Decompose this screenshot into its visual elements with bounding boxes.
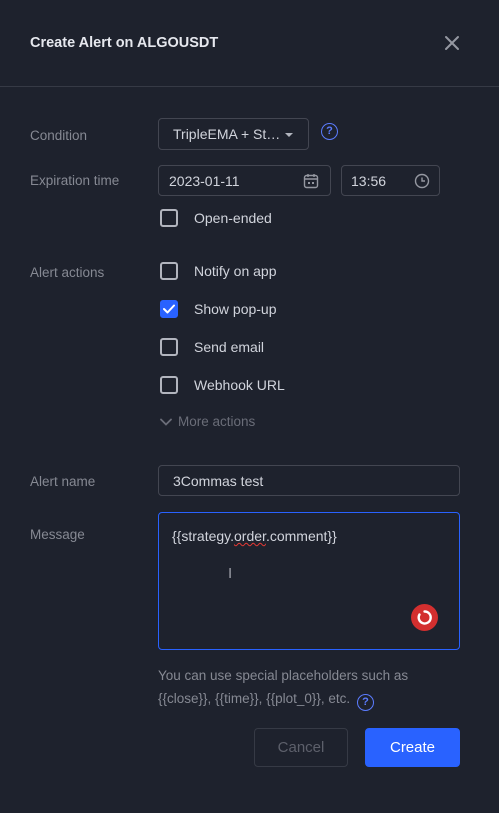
condition-help-icon[interactable]: ? <box>321 123 338 140</box>
message-value-misspelled: order <box>234 528 266 544</box>
open-ended-checkbox[interactable] <box>160 209 178 227</box>
dialog-title: Create Alert on ALGOUSDT <box>30 35 219 51</box>
alert-name-input[interactable]: 3Commas test <box>158 465 460 496</box>
grammar-checker-icon[interactable] <box>411 604 438 631</box>
dropdown-caret-icon <box>285 133 293 137</box>
alert-name-value: 3Commas test <box>173 473 264 489</box>
message-value-suffix: .comment}} <box>265 528 337 544</box>
expiration-label: Expiration time <box>30 173 120 188</box>
expiration-date-value: 2023-01-11 <box>169 173 240 189</box>
hint-line-2: {{close}}, {{time}}, {{plot_0}}, etc. ? <box>158 687 458 711</box>
expiration-time-input[interactable]: 13:56 <box>341 165 440 196</box>
hint-line-2-text: {{close}}, {{time}}, {{plot_0}}, etc. <box>158 691 351 706</box>
expiration-time-value: 13:56 <box>351 173 387 189</box>
alert-name-label: Alert name <box>30 474 96 489</box>
expiration-date-input[interactable]: 2023-01-11 <box>158 165 331 196</box>
placeholders-help-icon[interactable]: ? <box>356 694 374 711</box>
dialog-header: Create Alert on ALGOUSDT <box>0 0 499 87</box>
clock-icon[interactable] <box>414 173 430 189</box>
webhook-url-checkbox[interactable] <box>160 376 178 394</box>
message-value-prefix: {{strategy. <box>172 528 235 544</box>
cancel-button[interactable]: Cancel <box>254 728 348 767</box>
close-icon <box>445 36 459 50</box>
grammar-checker-glyph <box>417 610 432 625</box>
message-label: Message <box>30 527 85 542</box>
create-button[interactable]: Create <box>365 728 460 767</box>
show-popup-label: Show pop-up <box>194 301 277 317</box>
message-value: {{strategy.order.comment}} <box>172 528 337 544</box>
hint-line-1: You can use special placeholders such as <box>158 668 409 683</box>
chevron-down-icon <box>160 419 172 427</box>
notify-on-app-label: Notify on app <box>194 263 277 279</box>
create-alert-dialog: Create Alert on ALGOUSDT Condition Tripl… <box>0 0 499 813</box>
checkmark-icon <box>163 304 175 314</box>
send-email-label: Send email <box>194 339 265 355</box>
show-popup-checkbox[interactable] <box>160 300 178 318</box>
notify-on-app-checkbox[interactable] <box>160 262 178 280</box>
calendar-icon[interactable] <box>303 173 319 189</box>
more-actions-toggle[interactable]: More actions <box>160 414 255 429</box>
webhook-url-label: Webhook URL <box>194 377 285 393</box>
condition-select[interactable]: TripleEMA + St… <box>158 118 309 150</box>
message-hint: You can use special placeholders such as… <box>158 664 458 711</box>
alert-actions-label: Alert actions <box>30 265 105 280</box>
send-email-checkbox[interactable] <box>160 338 178 356</box>
text-cursor-icon: I <box>228 565 233 582</box>
open-ended-label: Open-ended <box>194 210 272 226</box>
more-actions-label: More actions <box>178 414 256 429</box>
condition-label: Condition <box>30 128 88 143</box>
close-button[interactable] <box>442 33 462 53</box>
condition-value: TripleEMA + St… <box>173 126 281 142</box>
